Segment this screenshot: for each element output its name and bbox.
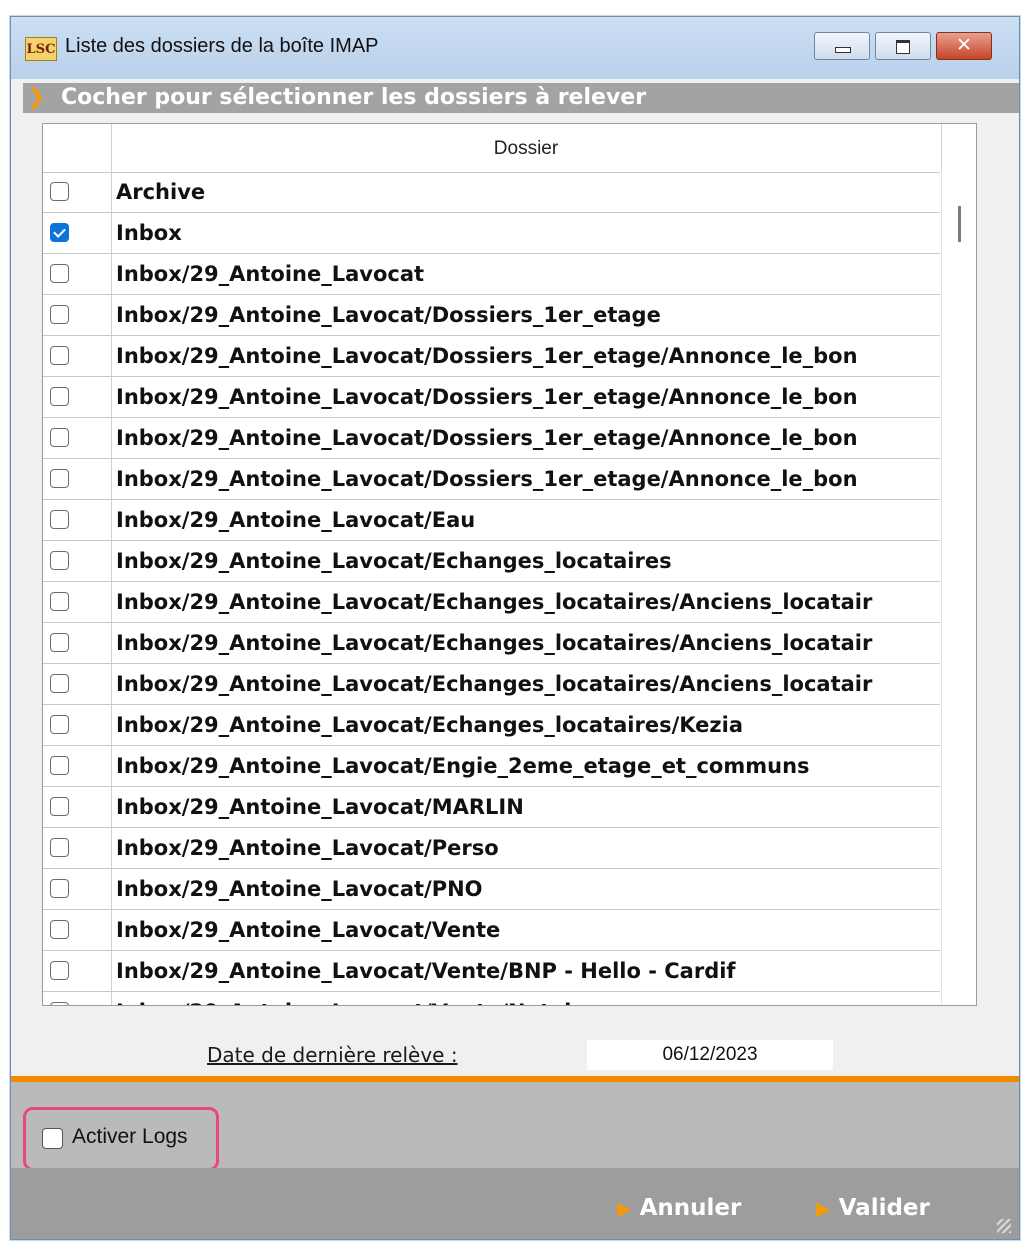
- folder-name: Inbox/29_Antoine_Lavocat/Dossiers_1er_et…: [116, 303, 661, 327]
- folder-checkbox[interactable]: [50, 182, 69, 201]
- folder-name: Inbox/29_Antoine_Lavocat/Echanges_locata…: [116, 713, 744, 737]
- folder-name: Inbox/29_Antoine_Lavocat/Dossiers_1er_et…: [116, 426, 858, 450]
- folder-name: Inbox/29_Antoine_Lavocat/Vente: [116, 918, 501, 942]
- table-row[interactable]: Inbox/29_Antoine_Lavocat/Perso: [43, 828, 940, 869]
- chevron-right-icon: ❯: [27, 85, 46, 110]
- scrollbar-thumb[interactable]: [958, 206, 961, 242]
- folder-checkbox[interactable]: [50, 633, 69, 652]
- table-row[interactable]: Inbox/29_Antoine_Lavocat/Vente/Notaire: [43, 992, 940, 1005]
- folder-checkbox[interactable]: [50, 1002, 69, 1005]
- last-fetch-date: 06/12/2023: [587, 1040, 833, 1070]
- table-row[interactable]: Inbox/29_Antoine_Lavocat/Echanges_locata…: [43, 705, 940, 746]
- table-row[interactable]: Inbox/29_Antoine_Lavocat/Dossiers_1er_et…: [43, 459, 940, 500]
- folder-name: Inbox: [116, 221, 182, 245]
- folder-name: Inbox/29_Antoine_Lavocat/Dossiers_1er_et…: [116, 344, 858, 368]
- folder-checkbox[interactable]: [50, 510, 69, 529]
- folder-checkbox[interactable]: [50, 346, 69, 365]
- table-row[interactable]: Inbox: [43, 213, 940, 254]
- activer-logs-checkbox[interactable]: [42, 1128, 63, 1149]
- table-row[interactable]: Inbox/29_Antoine_Lavocat/PNO: [43, 869, 940, 910]
- validate-button-label: Valider: [838, 1195, 930, 1221]
- folder-name: Inbox/29_Antoine_Lavocat/Echanges_locata…: [116, 631, 873, 655]
- folder-checkbox[interactable]: [50, 223, 69, 242]
- folder-name: Inbox/29_Antoine_Lavocat/PNO: [116, 877, 483, 901]
- table-row[interactable]: Inbox/29_Antoine_Lavocat/MARLIN: [43, 787, 940, 828]
- close-button[interactable]: ✕: [936, 32, 992, 60]
- cancel-button[interactable]: ▶ Annuler: [617, 1195, 741, 1221]
- validate-button[interactable]: ▶ Valider: [816, 1195, 930, 1221]
- folder-name: Inbox/29_Antoine_Lavocat/MARLIN: [116, 795, 524, 819]
- folder-checkbox[interactable]: [50, 920, 69, 939]
- vertical-scrollbar[interactable]: [941, 172, 976, 1005]
- maximize-icon: [896, 40, 910, 54]
- folder-checkbox[interactable]: [50, 674, 69, 693]
- lsc-logo-icon: LSC: [25, 37, 57, 61]
- folder-rows: Archive Inbox Inbox/29_Antoine_Lavocat Inbo…: [43, 172, 940, 1005]
- folder-name: Inbox/29_Antoine_Lavocat/Echanges_locata…: [116, 672, 873, 696]
- table-row[interactable]: Inbox/29_Antoine_Lavocat/Dossiers_1er_et…: [43, 418, 940, 459]
- folder-table: Dossier Archive Inbox Inbox/29_Antoine_Lav…: [42, 123, 977, 1006]
- folder-name: Inbox/29_Antoine_Lavocat/Eau: [116, 508, 476, 532]
- table-row[interactable]: Inbox/29_Antoine_Lavocat/Vente: [43, 910, 940, 951]
- minimize-button[interactable]: [814, 32, 870, 60]
- resize-grip-icon[interactable]: [997, 1219, 1011, 1233]
- folder-name: Inbox/29_Antoine_Lavocat/Vente/Notaire: [116, 1000, 938, 1005]
- table-row[interactable]: Inbox/29_Antoine_Lavocat/Echanges_locata…: [43, 582, 940, 623]
- table-row[interactable]: Inbox/29_Antoine_Lavocat/Echanges_locata…: [43, 623, 940, 664]
- folder-name: Inbox/29_Antoine_Lavocat/Engie_2eme_etag…: [116, 754, 810, 778]
- folder-name: Inbox/29_Antoine_Lavocat: [116, 262, 425, 286]
- folder-name: Inbox/29_Antoine_Lavocat/Dossiers_1er_et…: [116, 467, 858, 491]
- folder-checkbox[interactable]: [50, 305, 69, 324]
- close-icon: ✕: [956, 34, 972, 56]
- cancel-button-label: Annuler: [639, 1195, 742, 1221]
- folder-checkbox[interactable]: [50, 838, 69, 857]
- section-header-text: Cocher pour sélectionner les dossiers à …: [61, 85, 647, 110]
- folder-name: Inbox/29_Antoine_Lavocat/Perso: [116, 836, 499, 860]
- folder-checkbox[interactable]: [50, 797, 69, 816]
- table-row[interactable]: Inbox/29_Antoine_Lavocat/Eau: [43, 500, 940, 541]
- arrow-right-icon: ▶: [617, 1198, 632, 1220]
- table-row[interactable]: Inbox/29_Antoine_Lavocat/Engie_2eme_etag…: [43, 746, 940, 787]
- table-header: Dossier: [43, 124, 940, 173]
- window-title: Liste des dossiers de la boîte IMAP: [65, 35, 379, 57]
- table-row[interactable]: Inbox/29_Antoine_Lavocat: [43, 254, 940, 295]
- arrow-right-icon: ▶: [816, 1198, 831, 1220]
- folder-checkbox[interactable]: [50, 428, 69, 447]
- table-row[interactable]: Inbox/29_Antoine_Lavocat/Dossiers_1er_et…: [43, 336, 940, 377]
- folder-name: Inbox/29_Antoine_Lavocat/Echanges_locata…: [116, 549, 672, 573]
- maximize-button[interactable]: [875, 32, 931, 60]
- folder-name: Archive: [116, 180, 206, 204]
- folder-checkbox[interactable]: [50, 551, 69, 570]
- table-row[interactable]: Inbox/29_Antoine_Lavocat/Dossiers_1er_et…: [43, 295, 940, 336]
- section-header: ❯ Cocher pour sélectionner les dossiers …: [23, 83, 1019, 113]
- last-fetch-label: Date de dernière relève :: [207, 1043, 458, 1067]
- folder-checkbox[interactable]: [50, 715, 69, 734]
- folder-checkbox[interactable]: [50, 592, 69, 611]
- imap-folder-dialog: LSC Liste des dossiers de la boîte IMAP …: [10, 16, 1020, 1240]
- folder-checkbox[interactable]: [50, 756, 69, 775]
- folder-checkbox[interactable]: [50, 264, 69, 283]
- table-row[interactable]: Archive: [43, 172, 940, 213]
- column-header-dossier[interactable]: Dossier: [112, 138, 940, 160]
- folder-name: Inbox/29_Antoine_Lavocat/Dossiers_1er_et…: [116, 385, 858, 409]
- folder-checkbox[interactable]: [50, 387, 69, 406]
- folder-checkbox[interactable]: [50, 961, 69, 980]
- folder-checkbox[interactable]: [50, 879, 69, 898]
- table-row[interactable]: Inbox/29_Antoine_Lavocat/Echanges_locata…: [43, 664, 940, 705]
- table-row[interactable]: Inbox/29_Antoine_Lavocat/Echanges_locata…: [43, 541, 940, 582]
- folder-checkbox[interactable]: [50, 469, 69, 488]
- folder-name: Inbox/29_Antoine_Lavocat/Vente/BNP - Hel…: [116, 959, 736, 983]
- table-row[interactable]: Inbox/29_Antoine_Lavocat/Vente/BNP - Hel…: [43, 951, 940, 992]
- table-row[interactable]: Inbox/29_Antoine_Lavocat/Dossiers_1er_et…: [43, 377, 940, 418]
- title-bar[interactable]: LSC Liste des dossiers de la boîte IMAP …: [11, 17, 1019, 79]
- activer-logs-label[interactable]: Activer Logs: [72, 1125, 188, 1149]
- header-corner: [941, 124, 976, 173]
- minimize-icon: [835, 47, 851, 53]
- folder-name: Inbox/29_Antoine_Lavocat/Echanges_locata…: [116, 590, 873, 614]
